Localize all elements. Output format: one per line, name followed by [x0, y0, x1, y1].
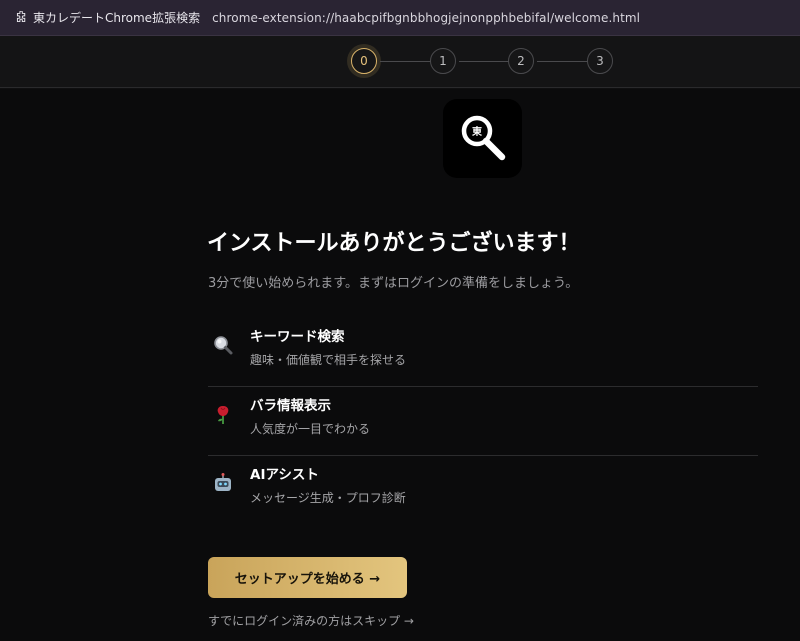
magnifier-icon: 東: [461, 115, 505, 160]
feature-item: AIアシスト メッセージ生成・プロフ診断: [208, 456, 758, 525]
magnifying-glass-icon: [212, 334, 234, 356]
step-connector: [537, 61, 589, 62]
page-title: インストールありがとうございます！: [207, 231, 581, 256]
feature-title: バラ情報表示: [250, 398, 331, 414]
rose-icon: [212, 403, 234, 425]
browser-address-bar: 東カレデートChrome拡張検索 chrome-extension://haab…: [0, 0, 800, 36]
puzzle-icon: [14, 11, 28, 25]
extension-chip[interactable]: 東カレデートChrome拡張検索: [0, 0, 212, 36]
feature-description: 人気度が一目でわかる: [250, 422, 371, 436]
welcome-panel: 東 インストールありがとうございます！ 3分で使い始められます。まずはログインの…: [0, 89, 800, 641]
step-3: 3: [587, 48, 613, 74]
step-0: 0: [351, 48, 377, 74]
app-logo: 東: [443, 99, 522, 178]
feature-item: キーワード検索 趣味・価値観で相手を探せる: [208, 318, 758, 387]
logo-glyph: 東: [472, 125, 482, 138]
feature-title: AIアシスト: [250, 467, 319, 483]
feature-item: バラ情報表示 人気度が一目でわかる: [208, 387, 758, 456]
setup-stepper: 0 1 2 3: [0, 36, 800, 88]
step-connector: [459, 61, 511, 62]
step-1: 1: [430, 48, 456, 74]
robot-icon: [212, 472, 234, 494]
page-subtitle: 3分で使い始められます。まずはログインの準備をしましょう。: [208, 276, 579, 291]
step-connector: [380, 61, 432, 62]
start-setup-button[interactable]: セットアップを始める →: [208, 557, 407, 598]
feature-description: メッセージ生成・プロフ診断: [250, 491, 406, 505]
step-2: 2: [508, 48, 534, 74]
skip-login-link[interactable]: すでにログイン済みの方はスキップ →: [208, 612, 414, 629]
feature-description: 趣味・価値観で相手を探せる: [250, 353, 407, 367]
extension-name: 東カレデートChrome拡張検索: [33, 11, 201, 25]
feature-title: キーワード検索: [250, 329, 345, 345]
url-field[interactable]: chrome-extension://haabcpifbgnbbhogjejno…: [212, 11, 640, 25]
